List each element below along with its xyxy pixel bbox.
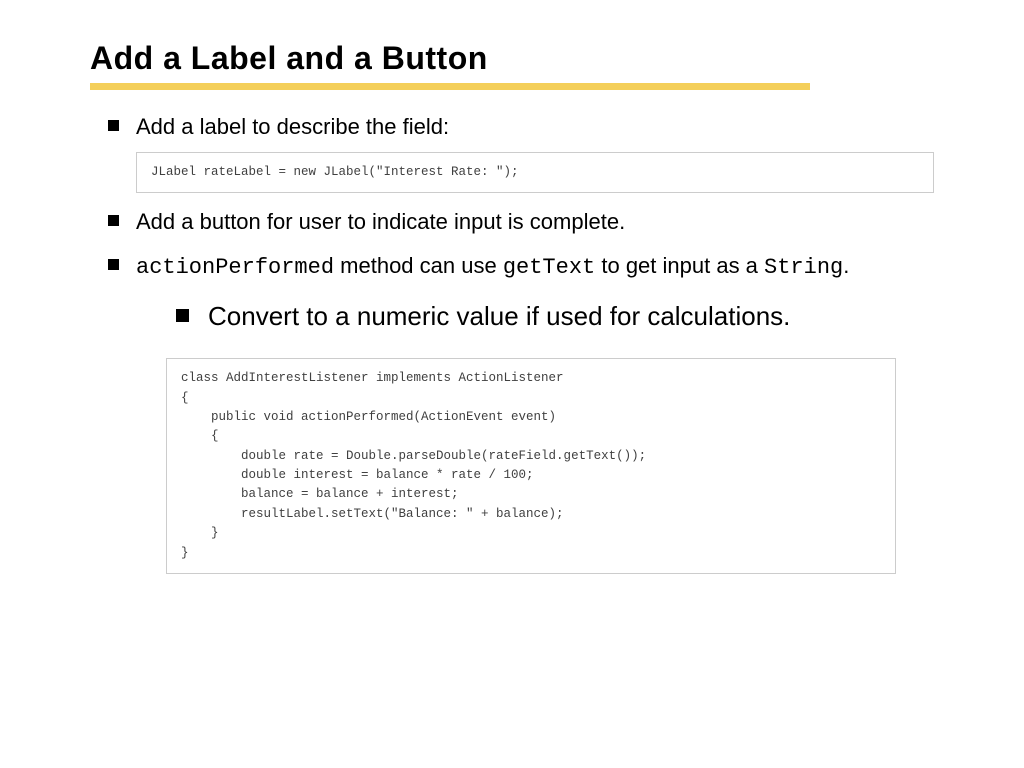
bullet-text-3d: to get input as a: [595, 253, 764, 278]
bullet-item-2: Add a button for user to indicate input …: [108, 207, 934, 237]
bullet-text-1: Add a label to describe the field:: [136, 114, 449, 139]
bullet-text-2: Add a button for user to indicate input …: [136, 209, 625, 234]
bullet-text-3f: .: [843, 253, 849, 278]
slide: Add a Label and a Button Add a label to …: [0, 0, 1024, 628]
bullet-list: Add a label to describe the field: JLabe…: [108, 112, 934, 574]
bullet-text-3b: method can use: [334, 253, 503, 278]
code-box-label: JLabel rateLabel = new JLabel("Interest …: [136, 152, 934, 193]
sub-bullet-list: Convert to a numeric value if used for c…: [176, 298, 934, 336]
bullet-item-1: Add a label to describe the field: JLabe…: [108, 112, 934, 193]
slide-title: Add a Label and a Button: [90, 40, 934, 77]
code-term-actionperformed: actionPerformed: [136, 255, 334, 280]
sub-bullet-text-1: Convert to a numeric value if used for c…: [208, 301, 790, 331]
title-rule: [90, 83, 810, 90]
code-term-gettext: getText: [503, 255, 595, 280]
code-box-listener: class AddInterestListener implements Act…: [166, 358, 896, 574]
code-term-string: String: [764, 255, 843, 280]
bullet-item-3: actionPerformed method can use getText t…: [108, 251, 934, 574]
sub-bullet-item-1: Convert to a numeric value if used for c…: [176, 298, 934, 336]
